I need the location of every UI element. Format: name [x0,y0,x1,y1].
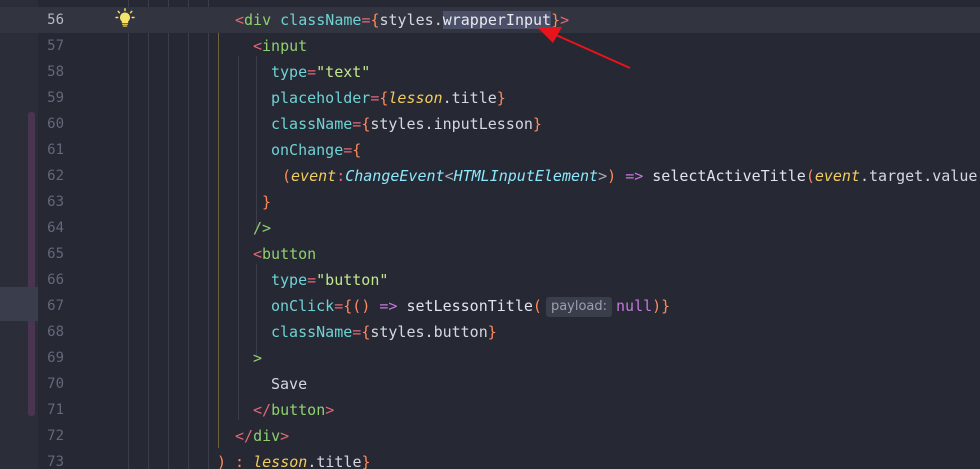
line-number: 71 [47,402,64,418]
line-number: 59 [47,90,64,106]
line-number: 65 [47,246,64,262]
code-line[interactable]: 69 > [0,345,980,371]
code-text[interactable]: <div className={styles.wrapperInput}> [235,7,569,33]
parameter-hint: payload: [545,297,613,317]
code-line[interactable]: 70 Save [0,371,980,397]
code-text[interactable]: onClick={() => setLessonTitle(payload: nu… [271,293,670,319]
code-line[interactable]: 72 </div> [0,423,980,449]
line-number: 68 [47,324,64,340]
line-number: 62 [47,168,64,184]
code-line[interactable]: 56 <div className={styles.wrapperInput}> [0,7,980,33]
line-number: 61 [47,142,64,158]
line-number: 73 [47,454,64,469]
code-text[interactable]: onChange={ [271,137,361,163]
code-text[interactable]: <button [253,241,316,267]
code-text[interactable]: Save [271,371,307,397]
code-line[interactable]: 73 ) : lesson.title} [0,449,980,469]
code-text[interactable]: /> [253,215,271,241]
code-line[interactable]: 65 <button [0,241,980,267]
line-number: 63 [47,194,64,210]
code-line[interactable]: 58 type="text" [0,59,980,85]
code-line[interactable]: 68 className={styles.button} [0,319,980,345]
code-text[interactable]: <input [253,33,307,59]
line-number: 72 [47,428,64,444]
line-number: 69 [47,350,64,366]
line-number: 60 [47,116,64,132]
code-line[interactable]: 62 (event:ChangeEvent<HTMLInputElement>)… [0,163,980,189]
line-number: 70 [47,376,64,392]
code-line[interactable]: 57 <input [0,33,980,59]
code-line[interactable]: 60 className={styles.inputLesson} [0,111,980,137]
code-text[interactable]: placeholder={lesson.title} [271,85,506,111]
code-text[interactable]: </div> [235,423,289,449]
code-editor[interactable]: 56 <div className={styles.wrapperInput}>… [0,0,980,469]
line-number: 56 [47,12,64,28]
code-line[interactable]: 61 onChange={ [0,137,980,163]
line-number: 57 [47,38,64,54]
code-line[interactable]: 63 } [0,189,980,215]
code-line[interactable]: 59 placeholder={lesson.title} [0,85,980,111]
line-number: 66 [47,272,64,288]
code-text[interactable]: className={styles.button} [271,319,497,345]
code-text[interactable]: > [253,345,262,371]
code-text[interactable]: type="text" [271,59,370,85]
code-text[interactable]: } [262,189,271,215]
code-line[interactable]: 71 </button> [0,397,980,423]
code-line[interactable]: 66 type="button" [0,267,980,293]
line-number: 67 [47,298,64,314]
line-number: 58 [47,64,64,80]
code-text[interactable]: className={styles.inputLesson} [271,111,542,137]
code-text[interactable]: type="button" [271,267,388,293]
line-number: 64 [47,220,64,236]
code-line[interactable]: 67 onClick={() => setLessonTitle(payload… [0,293,980,319]
lightbulb-icon[interactable] [115,8,135,28]
code-line[interactable]: 64 /> [0,215,980,241]
code-text[interactable]: ) : lesson.title} [217,449,371,469]
code-text[interactable]: </button> [253,397,334,423]
code-text[interactable]: (event:ChangeEvent<HTMLInputElement>) =>… [282,163,980,189]
selected-text: wrapperInput [442,11,552,29]
